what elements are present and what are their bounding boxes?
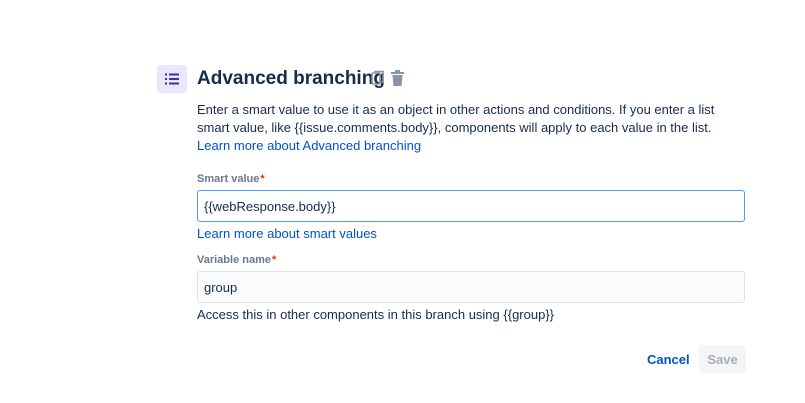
cancel-button[interactable]: Cancel	[640, 345, 697, 373]
smart-value-label-text: Smart value	[197, 173, 260, 185]
component-description: Enter a smart value to use it as an obje…	[197, 101, 745, 155]
smart-value-input-text: {{webResponse.body}}	[204, 198, 336, 214]
learn-more-branching-link[interactable]: Learn more about Advanced branching	[197, 138, 421, 153]
description-text: Enter a smart value to use it as an obje…	[197, 102, 715, 135]
title-actions	[371, 70, 405, 87]
copy-icon[interactable]	[371, 70, 386, 87]
smart-value-input[interactable]: {{webResponse.body}}	[197, 190, 745, 222]
trash-icon[interactable]	[390, 70, 405, 87]
smart-value-label: Smart value*	[197, 172, 265, 186]
list-branch-icon	[157, 65, 187, 93]
learn-more-smart-values-link[interactable]: Learn more about smart values	[197, 226, 377, 242]
variable-name-input-text: group	[204, 279, 238, 295]
save-button[interactable]: Save	[699, 345, 746, 373]
advanced-branching-panel: Advanced branching Enter a smart value t…	[0, 0, 805, 403]
variable-name-label-text: Variable name	[197, 254, 271, 266]
component-title: Advanced branching	[197, 68, 385, 89]
variable-name-input[interactable]: group	[197, 271, 745, 303]
variable-name-helper: Access this in other components in this …	[197, 307, 554, 322]
required-marker: *	[272, 254, 277, 266]
required-marker: *	[260, 173, 265, 185]
variable-name-label: Variable name*	[197, 253, 276, 267]
